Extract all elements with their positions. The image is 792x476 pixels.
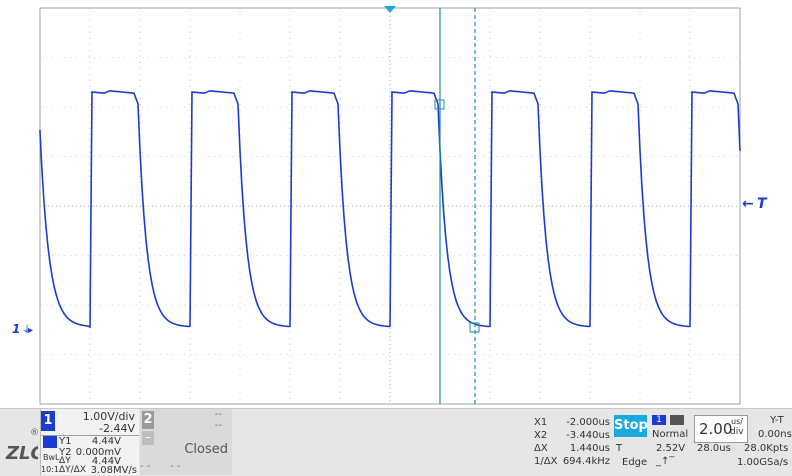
channel2-dots: - - [140,461,151,472]
waveform-plot: ← T 1 ⏚ ▸ [12,6,768,405]
channel2-status: Closed [184,442,228,457]
channel1-pointer-icon: ▸ [28,325,33,336]
y1-label: Y1 [59,436,72,447]
timebase-unit: us/ [731,417,743,426]
waveform-display[interactable]: ← T 1 ⏚ ▸ [0,0,792,408]
channel2-offset: -- [214,420,222,431]
memory-points: 28.0Kpts [744,443,789,454]
slope-label: ΔY/ΔX [59,465,87,475]
status-panel: ZLG ® 1 1.00V/div -2.44V Y1 4.44V Y2 0.0… [0,408,792,476]
delta-x-value: 1.440us [569,443,610,454]
cursor-y-badge-icon [43,436,57,448]
horizontal-delay: 0.00ns [758,429,792,440]
delta-x-label: ΔX [534,443,548,454]
sample-rate: 1.00GSa/s [737,457,789,468]
run-stop-status[interactable]: Stop [614,415,648,437]
channel1-offset: -2.44V [99,422,135,435]
trigger-label: T [616,443,623,454]
memory-time: 28.0us [697,443,731,454]
trigger-position-marker[interactable] [384,6,396,13]
display-mode: Y-T [770,415,784,426]
trigger-type[interactable]: Edge [622,457,647,468]
channel1-badge[interactable]: 1 [41,411,55,431]
bandwidth-limit-label: BwL [43,453,60,462]
probe-ratio-label: 10:1 [41,465,59,474]
x1-label: X1 [534,417,548,428]
trigger-level-marker[interactable]: ← [742,196,754,212]
frequency-value: 694.4kHz [562,456,610,467]
y1-value: 4.44V [91,436,121,447]
trigger-mode[interactable]: Normal [652,429,688,440]
cursor-x-readout: X1 -2.000us X2 -3.440us ΔX 1.440us 1/ΔX … [532,409,612,475]
channel1-ground-marker[interactable]: 1 [12,322,20,336]
channel2-badge[interactable]: 2 [142,411,154,429]
slope-value: 3.08MV/s [90,465,137,476]
rising-edge-icon: _↑‾ [656,456,675,467]
x1-value: -2.000us [566,417,610,428]
trigger-coupling-icon [670,415,684,425]
timebase-div: div [730,427,744,437]
svg-text:ZLG: ZLG [5,443,38,463]
channel2-dots-2: - - [170,461,181,472]
zlg-logo-icon: ZLG ® [5,428,38,463]
trigger-level-label: T [757,196,768,212]
trigger-level: 2.52V [656,443,686,454]
trigger-source-badge: 1 [652,415,666,425]
graticule [39,7,741,405]
channel2-minus: – [142,431,154,445]
channel2-info[interactable]: 2 – -- -- Closed - - - - [140,409,232,475]
channel1-info[interactable]: 1 1.00V/div -2.44V Y1 4.44V Y2 0.000mV B… [40,409,139,476]
inverse-delta-x-label: 1/ΔX [534,456,558,467]
channel2-scale: -- [214,409,222,420]
x2-value: -3.440us [566,430,610,441]
x2-label: X2 [534,430,548,441]
timebase-value: 2.00 [699,420,733,438]
timebase-box[interactable]: 2.00 us/ div [694,415,748,443]
svg-text:®: ® [30,428,38,438]
